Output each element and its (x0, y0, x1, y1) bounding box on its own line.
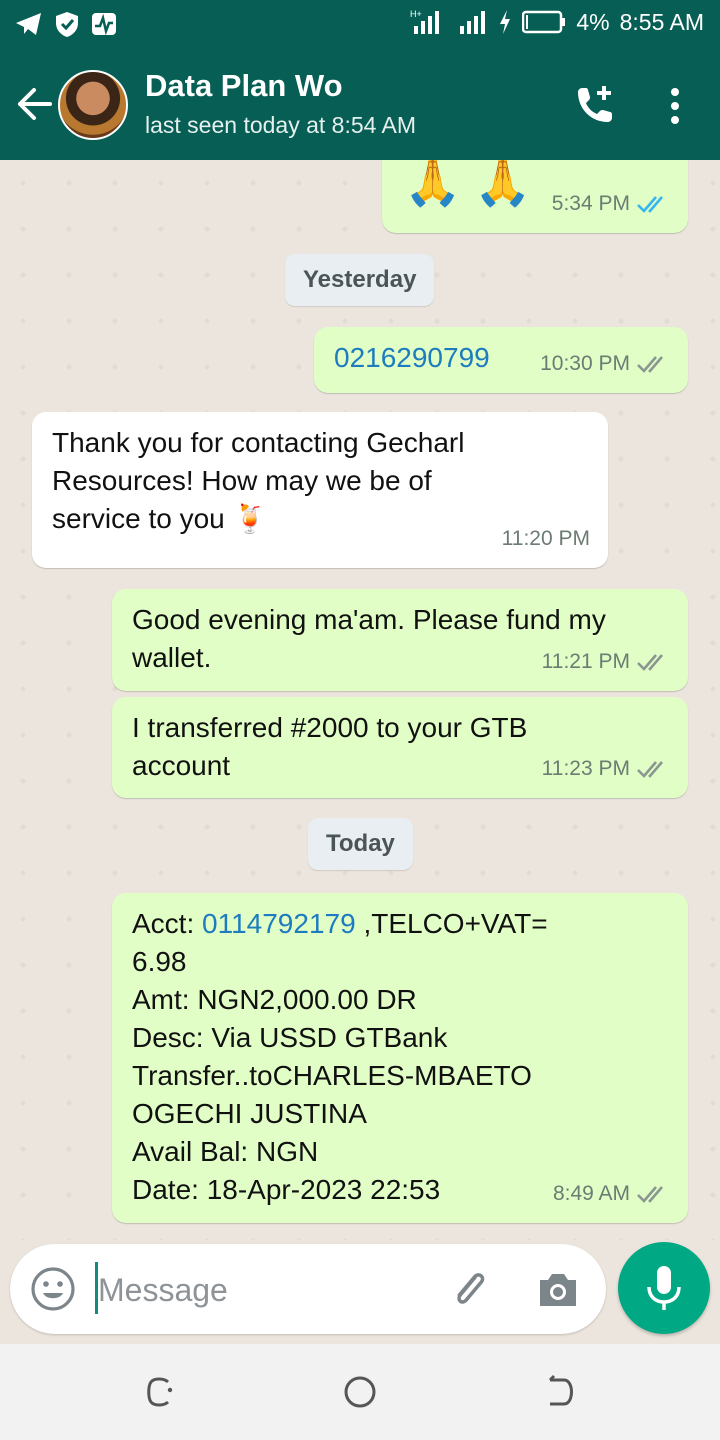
message-meta: 10:30 PM (540, 345, 670, 383)
message-time: 11:20 PM (501, 527, 590, 550)
activity-icon (92, 13, 116, 36)
message-time: 10:30 PM (540, 352, 630, 375)
clock: 8:55 AM (619, 8, 704, 35)
chat-area[interactable]: 🙏 🙏 5:34 PM Yesterday 0216290799 10:30 P… (0, 160, 720, 1240)
account-number-link[interactable]: 0114792179 (202, 908, 356, 939)
chat-header: Data Plan Wo last seen today at 8:54 AM (0, 52, 720, 160)
message-bubble-outgoing[interactable]: I transferred #2000 to your GTB account … (112, 697, 688, 798)
receipt-line: Desc: Via USSD GTBank (132, 1022, 448, 1053)
message-input[interactable] (98, 1264, 428, 1316)
message-meta: 11:21 PM (542, 643, 670, 681)
notification-icons (14, 10, 118, 38)
system-status: H+ 4% 8:55 AM (410, 8, 704, 36)
add-call-icon[interactable] (570, 82, 618, 130)
back-arrow-icon[interactable] (12, 82, 56, 126)
delivered-ticks-icon (637, 761, 663, 778)
message-composer (10, 1244, 606, 1334)
date-separator: Yesterday (285, 254, 435, 306)
status-bar: H+ 4% 8:55 AM (0, 0, 720, 52)
message-meta: 8:49 AM (553, 1175, 670, 1213)
message-text: I transferred #2000 to your GTB account (132, 712, 528, 781)
receipt-line: Avail Bal: NGN (132, 1136, 319, 1167)
message-bubble-outgoing[interactable]: 🙏 🙏 5:34 PM (382, 160, 688, 233)
message-bubble-incoming[interactable]: Thank you for contacting Gecharl Resourc… (32, 412, 608, 568)
message-time: 11:21 PM (541, 650, 630, 673)
read-ticks-icon (637, 196, 663, 213)
last-seen-status: last seen today at 8:54 AM (145, 112, 417, 138)
signal-icon (460, 11, 486, 34)
message-time: 8:49 AM (552, 1182, 630, 1205)
message-bubble-outgoing[interactable]: Acct: 0114792179 ,TELCO+VAT= 6.98 Amt: N… (112, 893, 688, 1223)
telegram-icon (16, 13, 41, 35)
back-icon[interactable] (540, 1372, 580, 1412)
message-bubble-outgoing[interactable]: 0216290799 10:30 PM (314, 327, 688, 393)
message-meta: 11:20 PM (502, 520, 590, 558)
delivered-ticks-icon (637, 356, 663, 373)
recents-icon[interactable] (140, 1372, 180, 1412)
receipt-line: Acct: 0114792179 ,TELCO+VAT= (132, 905, 652, 943)
delivered-ticks-icon (637, 654, 663, 671)
more-vert-icon[interactable] (660, 86, 690, 126)
camera-icon[interactable] (534, 1266, 582, 1314)
mic-button[interactable] (618, 1242, 710, 1334)
system-navigation-bar (0, 1344, 720, 1440)
receipt-line: 6.98 (132, 946, 187, 977)
message-meta: 5:34 PM (552, 185, 670, 223)
delivered-ticks-icon (637, 1186, 663, 1203)
message-text: 🙏 🙏 (404, 160, 532, 208)
emoji-icon[interactable] (28, 1264, 78, 1314)
signal-icon: H+ (410, 9, 440, 34)
receipt-line: Amt: NGN2,000.00 DR (132, 984, 417, 1015)
battery-icon (522, 10, 566, 34)
message-meta: 11:23 PM (542, 750, 670, 788)
receipt-line: OGECHI JUSTINA (132, 1098, 367, 1129)
receipt-text: Acct: 0114792179 ,TELCO+VAT= 6.98 Amt: N… (132, 905, 652, 1209)
home-icon[interactable] (340, 1372, 380, 1412)
date-separator: Today (308, 818, 413, 870)
message-bubble-outgoing[interactable]: Good evening ma'am. Please fund my walle… (112, 589, 688, 691)
battery-percent: 4% (576, 8, 610, 35)
receipt-acct-label: Acct: (132, 908, 203, 939)
svg-text:H+: H+ (410, 9, 422, 19)
contact-name[interactable]: Data Plan Wo (145, 68, 343, 104)
message-time: 5:34 PM (551, 192, 630, 215)
avatar[interactable] (58, 70, 128, 140)
message-time: 11:23 PM (541, 757, 630, 780)
phone-number-link[interactable]: 0216290799 (334, 339, 490, 377)
paperclip-icon[interactable] (446, 1266, 494, 1314)
message-text: Thank you for contacting Gecharl Resourc… (52, 427, 465, 534)
receipt-telco: ,TELCO+VAT= (355, 908, 548, 939)
charging-icon (500, 10, 511, 34)
mic-icon (647, 1266, 681, 1310)
receipt-line: Transfer..toCHARLES-MBAETO (132, 1060, 532, 1091)
shield-icon (56, 12, 78, 37)
